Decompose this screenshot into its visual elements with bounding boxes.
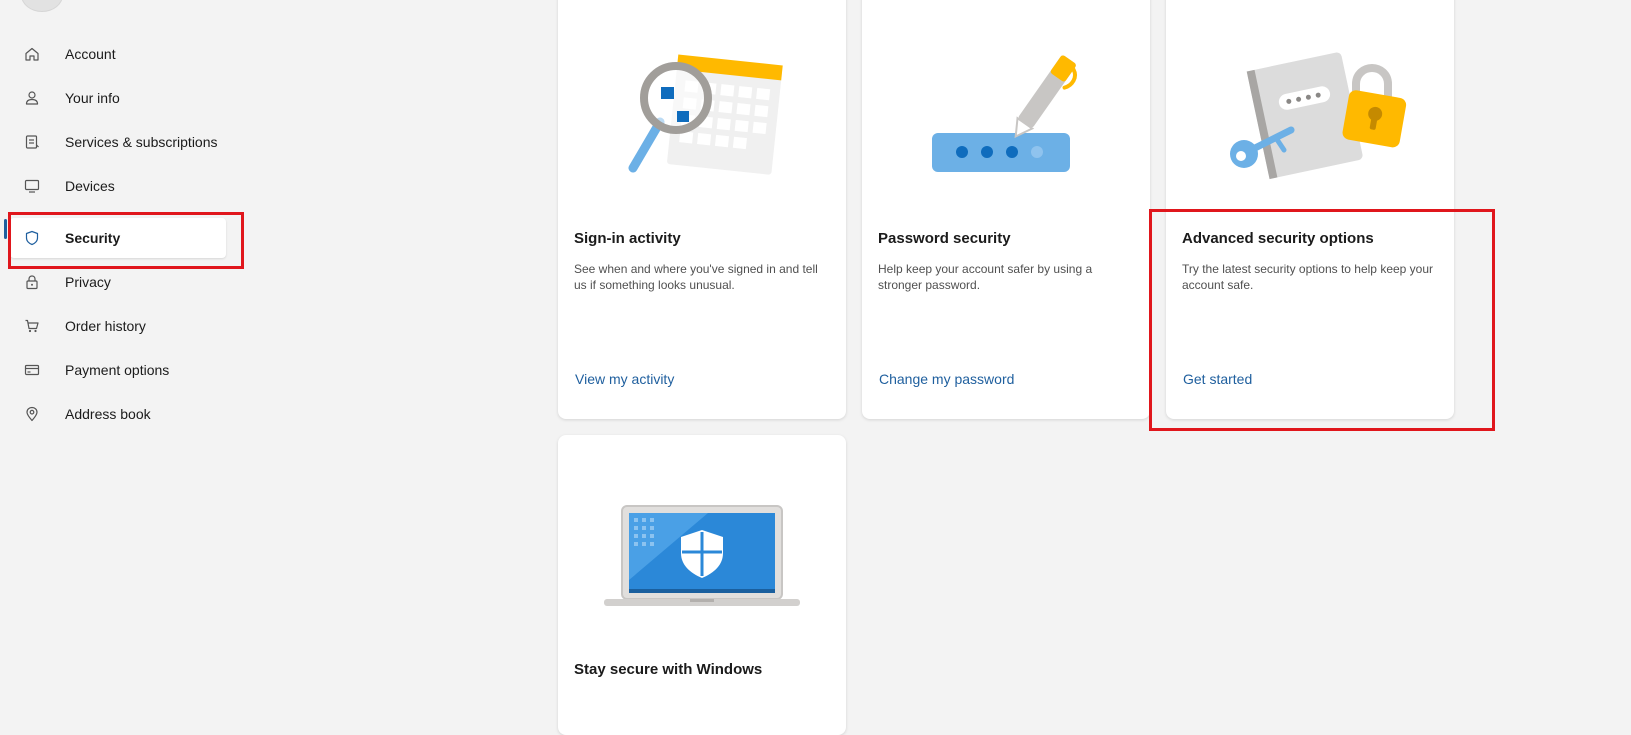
subscriptions-icon bbox=[22, 132, 42, 152]
cart-icon bbox=[22, 316, 42, 336]
sidebar-item-label: Services & subscriptions bbox=[65, 134, 218, 150]
change-my-password-link[interactable]: Change my password bbox=[879, 371, 1014, 387]
windows-security-illustration bbox=[604, 505, 800, 606]
advanced-security-illustration bbox=[1230, 52, 1407, 180]
person-icon bbox=[22, 88, 42, 108]
monitor-icon bbox=[22, 176, 42, 196]
sidebar-item-address-book[interactable]: Address book bbox=[10, 394, 226, 434]
card-password-security: Password security Help keep your account… bbox=[862, 0, 1150, 419]
sidebar-item-security[interactable]: Security bbox=[10, 218, 226, 258]
sidebar-item-label: Devices bbox=[65, 178, 115, 194]
location-pin-icon bbox=[22, 404, 42, 424]
card-title: Password security bbox=[878, 230, 1011, 247]
sidebar-item-order-history[interactable]: Order history bbox=[10, 306, 226, 346]
sidebar-item-services-subscriptions[interactable]: Services & subscriptions bbox=[10, 122, 226, 162]
sidebar-item-label: Security bbox=[65, 230, 121, 246]
sidebar-item-account[interactable]: Account bbox=[10, 34, 226, 74]
card-stay-secure-with-windows: Stay secure with Windows bbox=[558, 435, 846, 735]
card-sign-in-activity: Sign-in activity See when and where you'… bbox=[558, 0, 846, 419]
sidebar-item-label: Address book bbox=[65, 406, 151, 422]
sidebar-item-payment-options[interactable]: Payment options bbox=[10, 350, 226, 390]
card-description: Help keep your account safer by using a … bbox=[878, 262, 1093, 292]
card-title: Advanced security options bbox=[1182, 230, 1374, 247]
home-icon bbox=[22, 44, 42, 64]
card-advanced-security-options: Advanced security options Try the latest… bbox=[1166, 0, 1454, 419]
credit-card-icon bbox=[22, 360, 42, 380]
card-title: Stay secure with Windows bbox=[574, 661, 763, 678]
lock-icon bbox=[22, 272, 42, 292]
get-started-link[interactable]: Get started bbox=[1183, 371, 1252, 387]
sidebar-item-privacy[interactable]: Privacy bbox=[10, 262, 226, 302]
sidebar-item-devices[interactable]: Devices bbox=[10, 166, 226, 206]
sidebar-item-label: Order history bbox=[65, 318, 146, 334]
sidebar-item-label: Account bbox=[65, 46, 116, 62]
card-title: Sign-in activity bbox=[574, 230, 681, 247]
avatar[interactable] bbox=[21, 0, 63, 12]
card-description: See when and where you've signed in and … bbox=[574, 262, 818, 292]
sidebar-item-label: Privacy bbox=[65, 274, 111, 290]
sidebar-item-label: Payment options bbox=[65, 362, 170, 378]
password-security-illustration bbox=[932, 55, 1077, 172]
active-indicator bbox=[4, 219, 7, 239]
card-description: Try the latest security options to help … bbox=[1182, 262, 1434, 292]
sign-in-activity-illustration bbox=[628, 54, 783, 175]
sidebar-item-your-info[interactable]: Your info bbox=[10, 78, 226, 118]
view-my-activity-link[interactable]: View my activity bbox=[575, 371, 674, 387]
sidebar-item-label: Your info bbox=[65, 90, 120, 106]
shield-icon bbox=[22, 228, 42, 248]
